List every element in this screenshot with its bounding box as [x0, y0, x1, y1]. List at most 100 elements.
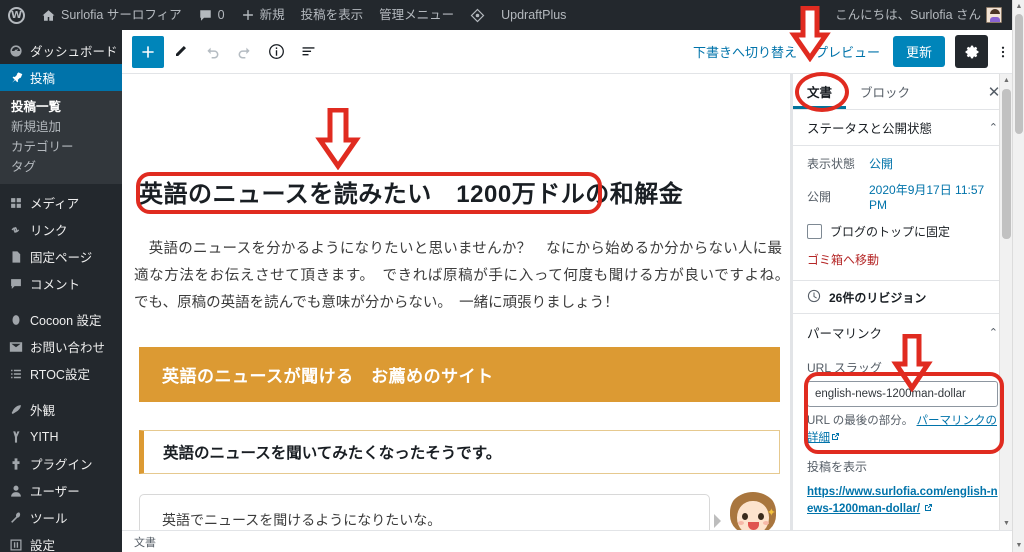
sticky-label: ブログのトップに固定: [830, 225, 951, 239]
sidebar-item-yith[interactable]: YITH: [0, 423, 122, 450]
comments-menu[interactable]: 0: [190, 0, 233, 30]
sidebar-item-comments[interactable]: コメント: [0, 270, 122, 297]
add-block-button[interactable]: [132, 35, 164, 68]
view-post-menu[interactable]: 投稿を表示: [293, 0, 372, 30]
sidebar-item-label: リンク: [30, 224, 68, 238]
new-content-menu[interactable]: 新規: [233, 0, 293, 30]
sidebar-item-settings[interactable]: 設定: [0, 531, 122, 552]
switch-to-draft-button[interactable]: 下書きへ切り替え: [684, 42, 806, 61]
sticky-checkbox[interactable]: [807, 224, 822, 239]
wp-logo-menu[interactable]: [0, 0, 33, 30]
permalink-panel-title: パーマリンク: [807, 326, 883, 341]
admin-menu-entry[interactable]: 管理メニュー: [371, 0, 462, 30]
permalink-panel-header[interactable]: パーマリンク ⌃: [793, 314, 1012, 350]
avatar-eye-left: [742, 513, 748, 520]
diamond-icon: [470, 8, 485, 23]
cocoon-icon: [9, 313, 23, 327]
user-icon: [9, 484, 23, 498]
sidebar-item-label: ツール: [30, 512, 68, 526]
status-panel-header[interactable]: ステータスと公開状態 ⌃: [793, 110, 1012, 146]
revisions-row[interactable]: 26件のリビジョン: [793, 280, 1012, 314]
sidebar-item-dashboard[interactable]: ダッシュボード: [0, 37, 122, 64]
sidebar-gap-3: [0, 387, 122, 396]
redo-button[interactable]: [228, 36, 260, 68]
block-navigation-button[interactable]: [292, 36, 324, 68]
breadcrumb-label: 文書: [134, 536, 156, 549]
tab-block[interactable]: ブロック: [846, 74, 924, 109]
sidebar-item-users[interactable]: ユーザー: [0, 477, 122, 504]
sidebar-item-categories[interactable]: カテゴリー: [0, 137, 122, 157]
site-name-menu[interactable]: Surlofia サーロフィア: [33, 0, 190, 30]
canvas-right-edge: [790, 74, 792, 530]
my-account-menu[interactable]: こんにちは、Surlofia さん: [827, 0, 1010, 30]
comment-count: 0: [217, 8, 225, 22]
settings-gear-button[interactable]: [955, 35, 988, 68]
link-icon: [9, 223, 23, 237]
sidebar-item-tags[interactable]: タグ: [0, 157, 122, 177]
visibility-value[interactable]: 公開: [869, 155, 893, 172]
updraftplus-menu[interactable]: UpdraftPlus: [493, 0, 574, 30]
wordpress-logo-icon: [8, 6, 25, 24]
scroll-down-icon[interactable]: ▼: [1000, 517, 1012, 530]
sidebar-item-contact[interactable]: お問い合わせ: [0, 333, 122, 360]
sidebar-item-label: プラグイン: [30, 458, 93, 472]
sidebar-item-label: ダッシュボード: [30, 45, 118, 59]
mail-icon: [9, 340, 23, 354]
sidebar-item-plugins[interactable]: プラグイン: [0, 450, 122, 477]
sidebar-item-label: お問い合わせ: [30, 341, 106, 355]
tools-icon: [9, 511, 23, 525]
sidebar-item-label: コメント: [30, 278, 81, 292]
sidebar-item-pages[interactable]: 固定ページ: [0, 243, 122, 270]
posts-submenu: 投稿一覧 新規追加 カテゴリー タグ: [0, 91, 122, 184]
plugin-icon: [9, 457, 23, 471]
breadcrumb: 文書: [122, 530, 1024, 552]
content-info-button[interactable]: [260, 36, 292, 68]
paragraph-block[interactable]: 英語のニュースを分かるようになりたいと思いませんか？ なにから始めるか分からない…: [134, 236, 792, 317]
sidebar-item-cocoon[interactable]: Cocoon 設定: [0, 306, 122, 333]
window-scroll-up-icon[interactable]: ▲: [1013, 0, 1024, 13]
sidebar-item-label: 外観: [30, 404, 56, 418]
settings-scroll-thumb[interactable]: [1002, 89, 1011, 239]
sidebar-item-all-posts[interactable]: 投稿一覧: [0, 97, 122, 117]
edit-mode-button[interactable]: [164, 36, 196, 68]
settings-scrollbar[interactable]: ▲ ▼: [999, 74, 1012, 530]
status-panel-title: ステータスと公開状態: [807, 122, 933, 136]
sidebar-item-rtoc[interactable]: RTOC設定: [0, 360, 122, 387]
sidebar-item-posts[interactable]: 投稿: [0, 64, 122, 91]
speaker-avatar: ✦: [726, 492, 780, 530]
plugin-diamond-menu[interactable]: [462, 0, 493, 30]
preview-button[interactable]: プレビュー: [806, 42, 889, 61]
sidebar-item-label: ユーザー: [30, 485, 80, 499]
new-content-label: 新規: [259, 8, 285, 22]
scroll-up-icon[interactable]: ▲: [1000, 74, 1012, 87]
white-heading-block[interactable]: 英語のニュースを聞いてみたくなったそうです。: [139, 430, 780, 474]
window-scrollbar[interactable]: ▲ ▼: [1012, 0, 1024, 552]
settings-panel: 文書 ブロック ✕ ステータスと公開状態 ⌃ 表示状態 公開 公開 2020年9…: [792, 74, 1012, 530]
clock-icon: [807, 289, 821, 306]
sidebar-item-label: 固定ページ: [30, 251, 93, 265]
speech-balloon-block[interactable]: 英語でニュースを聞けるようになりたいな。: [139, 494, 710, 530]
avatar-eye-right: [758, 513, 764, 520]
sidebar-item-appearance[interactable]: 外観: [0, 396, 122, 423]
sidebar-item-label: Cocoon 設定: [30, 314, 102, 328]
window-scroll-down-icon[interactable]: ▼: [1013, 539, 1024, 552]
appearance-icon: [9, 403, 23, 417]
move-to-trash-button[interactable]: ゴミ箱へ移動: [793, 240, 1012, 280]
rect-post-title: [136, 172, 602, 214]
undo-button[interactable]: [196, 36, 228, 68]
avatar-cheek-left: [738, 521, 744, 525]
window-scroll-thumb[interactable]: [1015, 14, 1023, 134]
sidebar-item-tools[interactable]: ツール: [0, 504, 122, 531]
sidebar-item-media[interactable]: メディア: [0, 189, 122, 216]
sidebar-item-add-new[interactable]: 新規追加: [0, 117, 122, 137]
sidebar-item-links[interactable]: リンク: [0, 216, 122, 243]
update-button[interactable]: 更新: [892, 36, 945, 67]
sticky-row[interactable]: ブログのトップに固定: [793, 212, 1012, 240]
post-permalink-link[interactable]: https://www.surlofia.com/english-news-12…: [807, 486, 998, 515]
publish-value[interactable]: 2020年9月17日 11:57 PM: [869, 181, 998, 212]
pages-icon: [9, 250, 23, 264]
editor-canvas[interactable]: 英語のニュースを読みたい 1200万ドルの和解金 英語のニュースを分かるようにな…: [122, 74, 792, 530]
comment-icon: [9, 277, 23, 291]
orange-heading-block[interactable]: 英語のニュースが聞ける お薦めのサイト: [139, 347, 780, 402]
dashboard-icon: [9, 44, 23, 58]
